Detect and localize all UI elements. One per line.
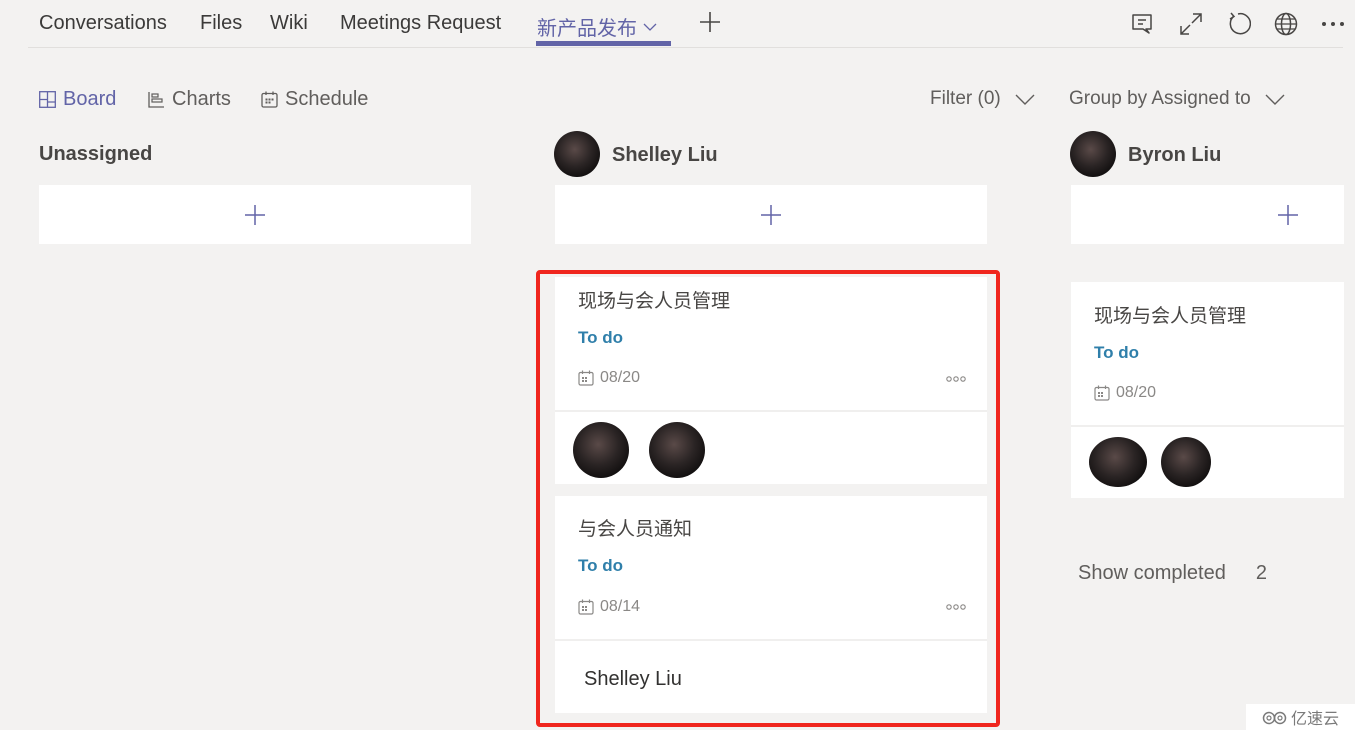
conversation-icon[interactable] bbox=[1130, 11, 1156, 37]
column-header-shelley-liu: Shelley Liu bbox=[554, 131, 718, 177]
task-card[interactable]: 现场与会人员管理 To do 08/20 bbox=[1071, 282, 1344, 498]
task-status: To do bbox=[578, 556, 623, 575]
task-card[interactable]: 现场与会人员管理 To do 08/20 bbox=[555, 277, 987, 484]
view-board[interactable]: Board bbox=[39, 88, 116, 111]
tab-meetings-request[interactable]: Meetings Request bbox=[340, 12, 501, 35]
add-task-button[interactable] bbox=[1071, 185, 1344, 244]
assignee-name[interactable]: Shelley Liu bbox=[584, 668, 682, 691]
board-icon bbox=[39, 91, 56, 108]
assignee-avatar[interactable] bbox=[1161, 437, 1211, 487]
task-due-date: 08/14 bbox=[578, 598, 640, 616]
due-date-text: 08/20 bbox=[600, 369, 641, 386]
tab-planner[interactable]: 新产品发布 bbox=[537, 12, 657, 41]
filter-dropdown[interactable]: Filter (0) bbox=[930, 88, 1035, 110]
column-title: Shelley Liu bbox=[612, 143, 718, 166]
group-by-dropdown[interactable]: Group by Assigned to bbox=[1069, 88, 1285, 110]
view-schedule[interactable]: Schedule bbox=[261, 88, 368, 111]
more-options-icon[interactable] bbox=[945, 374, 967, 384]
card-divider bbox=[1071, 425, 1344, 427]
column-title: Byron Liu bbox=[1128, 143, 1222, 166]
completed-count: 2 bbox=[1255, 562, 1267, 584]
cloud-logo-icon bbox=[1262, 711, 1287, 725]
globe-icon[interactable] bbox=[1273, 11, 1299, 37]
task-card[interactable]: 与会人员通知 To do 08/14 Shelley Liu bbox=[555, 496, 987, 713]
more-icon[interactable] bbox=[1320, 11, 1346, 37]
active-tab-indicator bbox=[536, 41, 671, 46]
column-title: Unassigned bbox=[39, 143, 153, 165]
watermark-text: 亿速云 bbox=[1290, 711, 1339, 728]
view-schedule-label: Schedule bbox=[285, 88, 369, 110]
chevron-down-icon[interactable] bbox=[643, 23, 657, 32]
channel-tab-bar: Conversations Files Wiki Meetings Reques… bbox=[0, 0, 1355, 48]
add-tab-icon[interactable] bbox=[698, 10, 722, 34]
add-task-button[interactable] bbox=[555, 185, 987, 244]
tab-wiki[interactable]: Wiki bbox=[270, 12, 308, 35]
task-status: To do bbox=[578, 328, 623, 347]
chevron-down-icon bbox=[1265, 94, 1285, 105]
task-status: To do bbox=[1094, 343, 1139, 362]
plus-icon bbox=[1277, 204, 1298, 225]
expand-icon[interactable] bbox=[1178, 11, 1204, 37]
card-divider bbox=[555, 639, 987, 641]
tab-bar-divider bbox=[28, 47, 1343, 48]
task-title: 现场与会人员管理 bbox=[1094, 306, 1247, 327]
due-date-text: 08/20 bbox=[1116, 384, 1157, 401]
calendar-icon bbox=[578, 370, 594, 386]
column-header-unassigned: Unassigned bbox=[39, 143, 152, 166]
chevron-down-icon bbox=[1015, 94, 1035, 105]
filter-label: Filter (0) bbox=[930, 88, 1001, 109]
view-board-label: Board bbox=[63, 88, 117, 110]
avatar bbox=[1070, 131, 1116, 177]
view-charts[interactable]: Charts bbox=[148, 88, 231, 111]
more-options-icon[interactable] bbox=[945, 602, 967, 612]
show-completed-label: Show completed bbox=[1078, 562, 1226, 584]
group-by-label: Group by Assigned to bbox=[1069, 88, 1251, 109]
column-header-byron-liu: Byron Liu bbox=[1070, 131, 1221, 177]
tab-conversations[interactable]: Conversations bbox=[39, 12, 167, 35]
task-due-date: 08/20 bbox=[1094, 384, 1156, 402]
avatar bbox=[554, 131, 600, 177]
add-task-button[interactable] bbox=[39, 185, 471, 244]
plus-icon bbox=[245, 204, 265, 225]
tab-planner-label: 新产品发布 bbox=[537, 18, 637, 40]
card-divider bbox=[555, 410, 987, 412]
task-due-date: 08/20 bbox=[578, 369, 640, 387]
tab-files[interactable]: Files bbox=[200, 12, 242, 35]
schedule-icon bbox=[261, 91, 278, 108]
plus-icon bbox=[761, 204, 781, 225]
charts-icon bbox=[148, 92, 164, 108]
calendar-icon bbox=[1094, 385, 1110, 401]
task-title: 现场与会人员管理 bbox=[578, 291, 731, 312]
task-title: 与会人员通知 bbox=[578, 519, 693, 540]
calendar-icon bbox=[578, 599, 594, 615]
assignee-avatar[interactable] bbox=[1089, 437, 1147, 487]
assignee-avatar[interactable] bbox=[649, 422, 705, 478]
view-charts-label: Charts bbox=[172, 88, 231, 110]
show-completed-toggle[interactable]: Show completed 2 bbox=[1078, 562, 1267, 585]
due-date-text: 08/14 bbox=[600, 598, 641, 615]
watermark: 亿速云 bbox=[1246, 704, 1355, 730]
assignee-avatar[interactable] bbox=[573, 422, 629, 478]
refresh-icon[interactable] bbox=[1225, 11, 1251, 37]
